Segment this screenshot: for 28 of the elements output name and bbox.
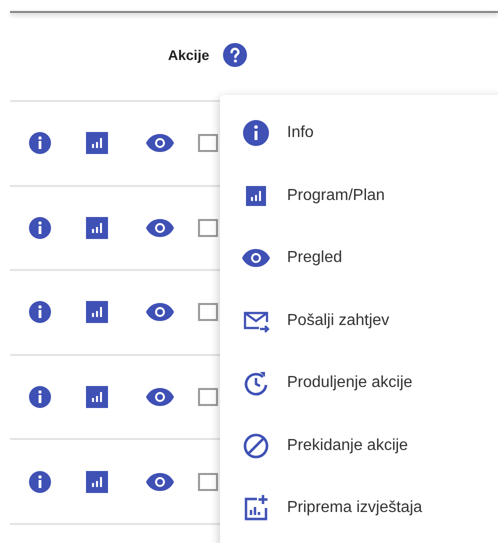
info-icon[interactable] — [29, 216, 51, 239]
eye-icon[interactable] — [146, 472, 174, 491]
menu-item[interactable]: Priprema izvještaja — [220, 477, 498, 540]
menu-item[interactable]: Pošalji zahtjev — [220, 290, 498, 352]
block-icon — [242, 432, 270, 460]
eye-icon[interactable] — [146, 303, 174, 322]
eye-icon[interactable] — [146, 388, 174, 406]
info-icon[interactable] — [29, 386, 51, 408]
eye-icon[interactable] — [146, 134, 174, 152]
info-icon[interactable] — [29, 132, 51, 154]
menu-item[interactable]: Pregled — [220, 227, 498, 290]
info-icon — [242, 119, 270, 148]
menu-item[interactable]: Prekidanje akcije — [220, 414, 498, 477]
chart-add-icon — [242, 494, 270, 522]
chart-icon[interactable] — [86, 301, 108, 324]
info-icon[interactable] — [29, 301, 51, 324]
info-icon[interactable] — [29, 470, 51, 493]
column-header: Akcije — [168, 46, 210, 62]
clock-refresh-icon — [242, 369, 270, 398]
menu-item[interactable]: Program/Plan — [220, 164, 498, 227]
chart-icon[interactable] — [86, 216, 108, 239]
chart-icon[interactable] — [86, 132, 108, 154]
menu-item[interactable]: Produljenje akcije — [220, 352, 498, 414]
chart-icon[interactable] — [86, 470, 108, 493]
help-icon[interactable] — [223, 42, 248, 66]
chart-icon[interactable] — [86, 386, 108, 408]
eye-icon[interactable] — [146, 218, 174, 237]
menu-item[interactable]: Info — [220, 102, 498, 164]
